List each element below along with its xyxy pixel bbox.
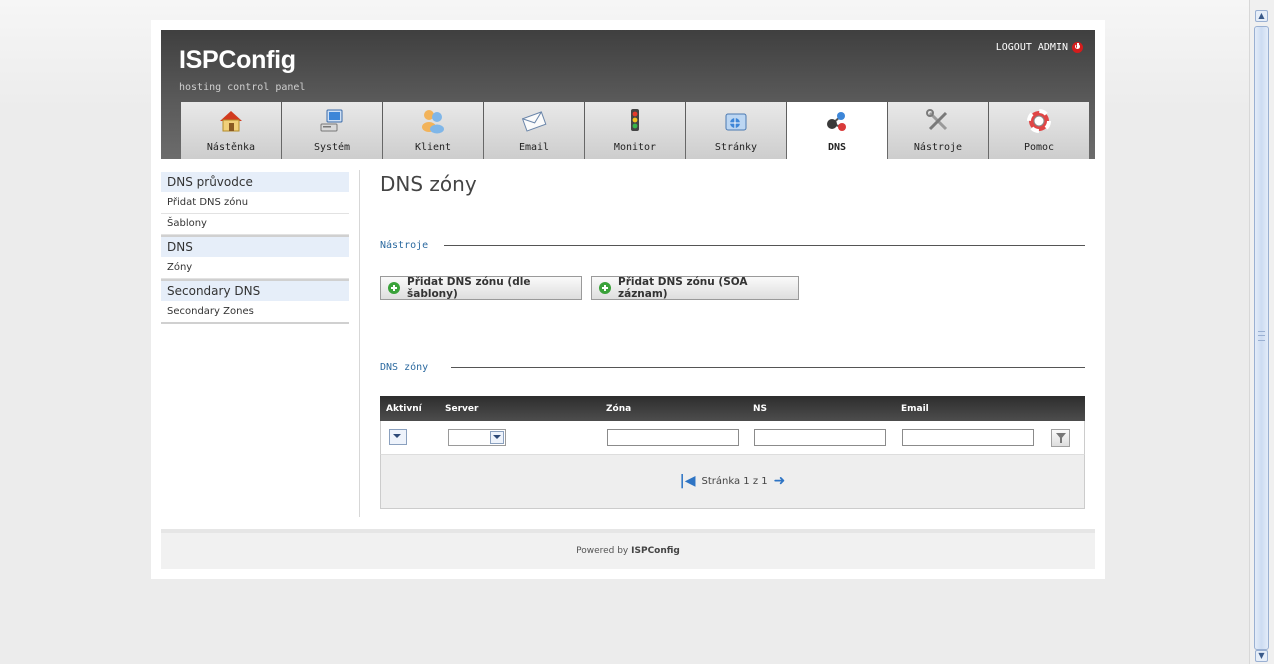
computer-icon [320, 109, 343, 132]
zones-legend-line [451, 367, 1085, 368]
tab-dns[interactable]: DNS [787, 102, 887, 160]
sidebar-section-dns: DNS [161, 235, 349, 258]
tab-label: Pomoc [1023, 142, 1055, 153]
plus-icon [388, 282, 400, 294]
col-aktivni[interactable]: Aktivní [386, 404, 422, 414]
filter-row [380, 421, 1085, 454]
tools-icon [926, 109, 948, 131]
footer-brand[interactable]: ISPConfig [631, 546, 680, 556]
sidebar-nav: DNS průvodce Přidat DNS zónu Šablony DNS… [161, 172, 349, 324]
traffic-light-icon [631, 109, 639, 131]
tab-label: Monitor [613, 142, 657, 153]
tab-monitor[interactable]: Monitor [585, 102, 685, 159]
tools-legend-line [444, 245, 1085, 246]
users-icon [422, 110, 444, 134]
table-header: Aktivní Server Zóna NS Email [380, 396, 1085, 421]
sidebar-item-sablony[interactable]: Šablony [161, 214, 349, 235]
col-server[interactable]: Server [445, 404, 478, 414]
add-zone-template-label: Přidat DNS zónu (dle šablony) [407, 276, 531, 300]
tab-stranky[interactable]: Stránky [686, 102, 786, 159]
tab-klient[interactable]: Klient [383, 102, 483, 159]
first-page-icon[interactable]: |◀ [680, 474, 696, 488]
home-icon [220, 111, 242, 132]
scroll-thumb[interactable] [1254, 26, 1269, 650]
tab-label: Nástěnka [206, 142, 256, 153]
scroll-up-button[interactable]: ▲ [1255, 10, 1268, 22]
col-ns[interactable]: NS [753, 404, 767, 414]
pager: |◀ Stránka 1 z 1 ➜ [381, 474, 1084, 488]
vertical-scrollbar[interactable]: ▲ ▼ [1249, 0, 1274, 664]
add-zone-soa-label: Přidat DNS zónu (SOA záznam) [618, 276, 748, 300]
server-filter-select[interactable] [448, 429, 506, 446]
tab-email[interactable]: Email [484, 102, 584, 159]
active-filter-select[interactable] [389, 429, 407, 445]
tab-pomoc[interactable]: Pomoc [989, 102, 1089, 159]
power-icon [1072, 42, 1083, 53]
sidebar-section-dns-pruvodce: DNS průvodce [161, 172, 349, 193]
footer: Powered by ISPConfig [161, 529, 1095, 569]
tab-nastroje[interactable]: Nástroje [888, 102, 988, 159]
add-zone-soa-button[interactable]: Přidat DNS zónu (SOA záznam) [591, 276, 799, 300]
funnel-stem [1060, 438, 1062, 443]
page-title: DNS zóny [380, 172, 477, 196]
ns-filter-input[interactable] [754, 429, 886, 446]
email-filter-input[interactable] [902, 429, 1034, 446]
col-email[interactable]: Email [901, 404, 929, 414]
tab-label: Email [518, 142, 550, 153]
tagline: hosting control panel [179, 82, 306, 93]
page-indicator: Stránka 1 z 1 [701, 475, 768, 487]
logout-button[interactable]: LOGOUT ADMIN [996, 42, 1083, 53]
tab-system[interactable]: Systém [282, 102, 382, 159]
header: ISPConfig hosting control panel LOGOUT A… [161, 30, 1095, 160]
sidebar-item-zony[interactable]: Zóny [161, 258, 349, 279]
sidebar-divider [359, 170, 360, 517]
chevron-down-icon [493, 435, 501, 439]
sidebar-section-secondary-dns: Secondary DNS [161, 279, 349, 302]
tab-label: Stránky [714, 142, 758, 153]
web-folder-icon [725, 113, 747, 131]
grip-icon [1258, 331, 1265, 341]
sidebar-item-secondary-zones[interactable]: Secondary Zones [161, 302, 349, 324]
tab-label: DNS [827, 142, 847, 153]
col-zona[interactable]: Zóna [606, 404, 631, 414]
tab-label: Nástroje [913, 142, 963, 153]
sidebar-item-pridat-dns-zonu[interactable]: Přidat DNS zónu [161, 193, 349, 214]
lifebuoy-icon [1027, 109, 1051, 133]
tab-nastenka[interactable]: Nástěnka [181, 102, 281, 159]
tools-legend: Nástroje [380, 240, 429, 251]
envelope-icon [521, 111, 547, 132]
chevron-down-icon [393, 434, 401, 438]
next-page-icon[interactable]: ➜ [774, 474, 786, 488]
tab-label: Klient [414, 142, 452, 153]
zones-legend: DNS zóny [380, 362, 429, 373]
dns-molecule-icon [827, 112, 846, 131]
logo: ISPConfig [179, 46, 296, 74]
footer-prefix: Powered by [576, 546, 629, 556]
app-frame: ISPConfig hosting control panel LOGOUT A… [151, 20, 1105, 579]
zones-table: Aktivní Server Zóna NS Email |◀ Stránka … [380, 396, 1085, 509]
pager-row: |◀ Stránka 1 z 1 ➜ [380, 454, 1085, 509]
logout-label: LOGOUT ADMIN [995, 42, 1068, 53]
main-tabs: Nástěnka Systém Klient Email Monitor Str… [181, 102, 1089, 160]
scroll-down-button[interactable]: ▼ [1255, 650, 1268, 662]
filter-button[interactable] [1051, 429, 1070, 447]
plus-icon [599, 282, 611, 294]
add-zone-template-button[interactable]: Přidat DNS zónu (dle šablony) [380, 276, 582, 300]
tab-label: Systém [313, 142, 351, 153]
zone-filter-input[interactable] [607, 429, 739, 446]
select-arrow [490, 431, 504, 444]
